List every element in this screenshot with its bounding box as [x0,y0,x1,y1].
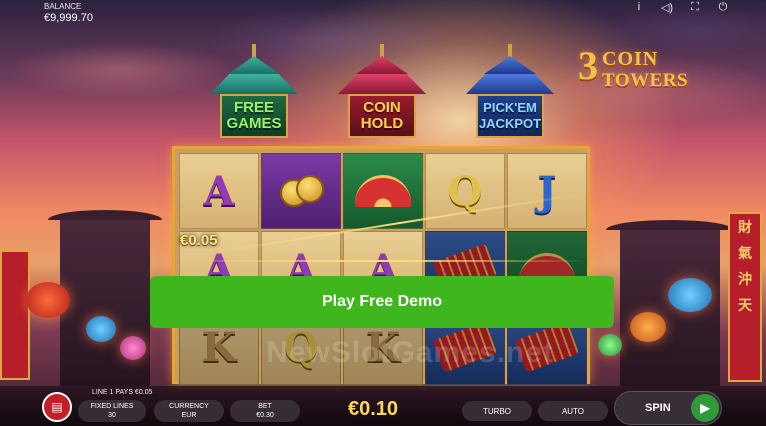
tower-free-games: FREE GAMES [206,44,302,144]
sound-icon[interactable]: ◁) [660,1,674,14]
reel-symbol-coins [261,153,341,229]
reel-symbol-j: J [507,153,587,229]
balance-label: BALANCE [44,2,82,11]
cards-icon: ▤ [51,400,63,414]
bet-value: €0.30 [256,412,274,419]
reel-symbol-a: A [179,153,259,229]
tower-label-line2: JACKPOT [478,116,542,131]
fixed-lines-display: FIXED LINES 30 [78,400,146,422]
fixed-lines-label: FIXED LINES [90,403,134,410]
right-red-banner: 財氣沖天 [728,212,762,382]
tower-label: FREE GAMES [220,94,288,138]
spin-label: SPIN [645,402,671,414]
coins-icon [276,171,326,211]
bet-label: BET [258,403,272,410]
tower-spire [380,44,384,58]
logo-number: 3 [578,43,598,88]
tower-label-line2: HOLD [360,115,404,132]
logo-word-coin: COIN [602,48,659,70]
balance-value: €9,999.70 [44,12,93,24]
game-logo: 3 COIN TOWERS [578,43,690,98]
top-icon-bar: i ◁) ⛶ ⏻ [632,1,730,14]
menu-button[interactable]: ▤ [42,392,72,422]
auto-button[interactable]: AUTO [538,401,608,421]
turbo-button[interactable]: TURBO [462,401,532,421]
tower-label-line1: COIN [363,99,401,116]
tower-label-line2: GAMES [226,115,282,132]
line-pays-text: LINE 1 PAYS €0.05 [92,389,153,396]
power-icon[interactable]: ⏻ [716,1,730,14]
tower-spire [252,44,256,58]
lantern-blue-right [668,278,712,312]
logo-word-towers: TOWERS [602,70,689,91]
tower-label: COIN HOLD [348,94,416,138]
info-icon[interactable]: i [632,1,646,14]
currency-label: CURRENCY [169,403,209,410]
tower-spire [508,44,512,58]
tower-coin-hold: COIN HOLD [334,44,430,144]
lantern-pink [120,336,146,360]
fan-icon [355,175,411,207]
currency-display: CURRENCY EUR [154,400,224,422]
spin-icon: ▶ [691,394,719,422]
total-win-amount: €0.10 [348,398,399,420]
tower-label: PICK'EM JACKPOT [476,94,544,138]
tower-roof-bottom [210,74,298,94]
reel-symbol-fan [343,153,423,229]
tower-roof-bottom [338,74,426,94]
tower-label-line1: FREE [233,99,274,116]
lantern-blue [86,316,116,342]
left-pagoda-silhouette [60,216,150,386]
tower-label-line1: PICK'EM [483,100,537,115]
tower-roof-top [484,56,536,74]
spin-button[interactable]: SPIN ▶ [614,391,722,425]
line-win-value: €0.05 [180,232,218,249]
tower-roof-bottom [466,74,554,94]
bet-selector[interactable]: BET €0.30 [230,400,300,422]
watermark: NewSlotGames.net [266,336,554,369]
currency-value: EUR [181,412,197,419]
fullscreen-icon[interactable]: ⛶ [688,1,702,14]
tower-roof-top [228,56,280,74]
win-payline [176,260,586,262]
tower-pickem-jackpot: PICK'EM JACKPOT [462,44,558,144]
play-free-demo-button[interactable]: Play Free Demo [150,276,614,328]
left-red-banner [0,250,30,380]
tower-roof-top [356,56,408,74]
lantern-red [26,282,70,318]
fixed-lines-value: 30 [108,412,116,419]
